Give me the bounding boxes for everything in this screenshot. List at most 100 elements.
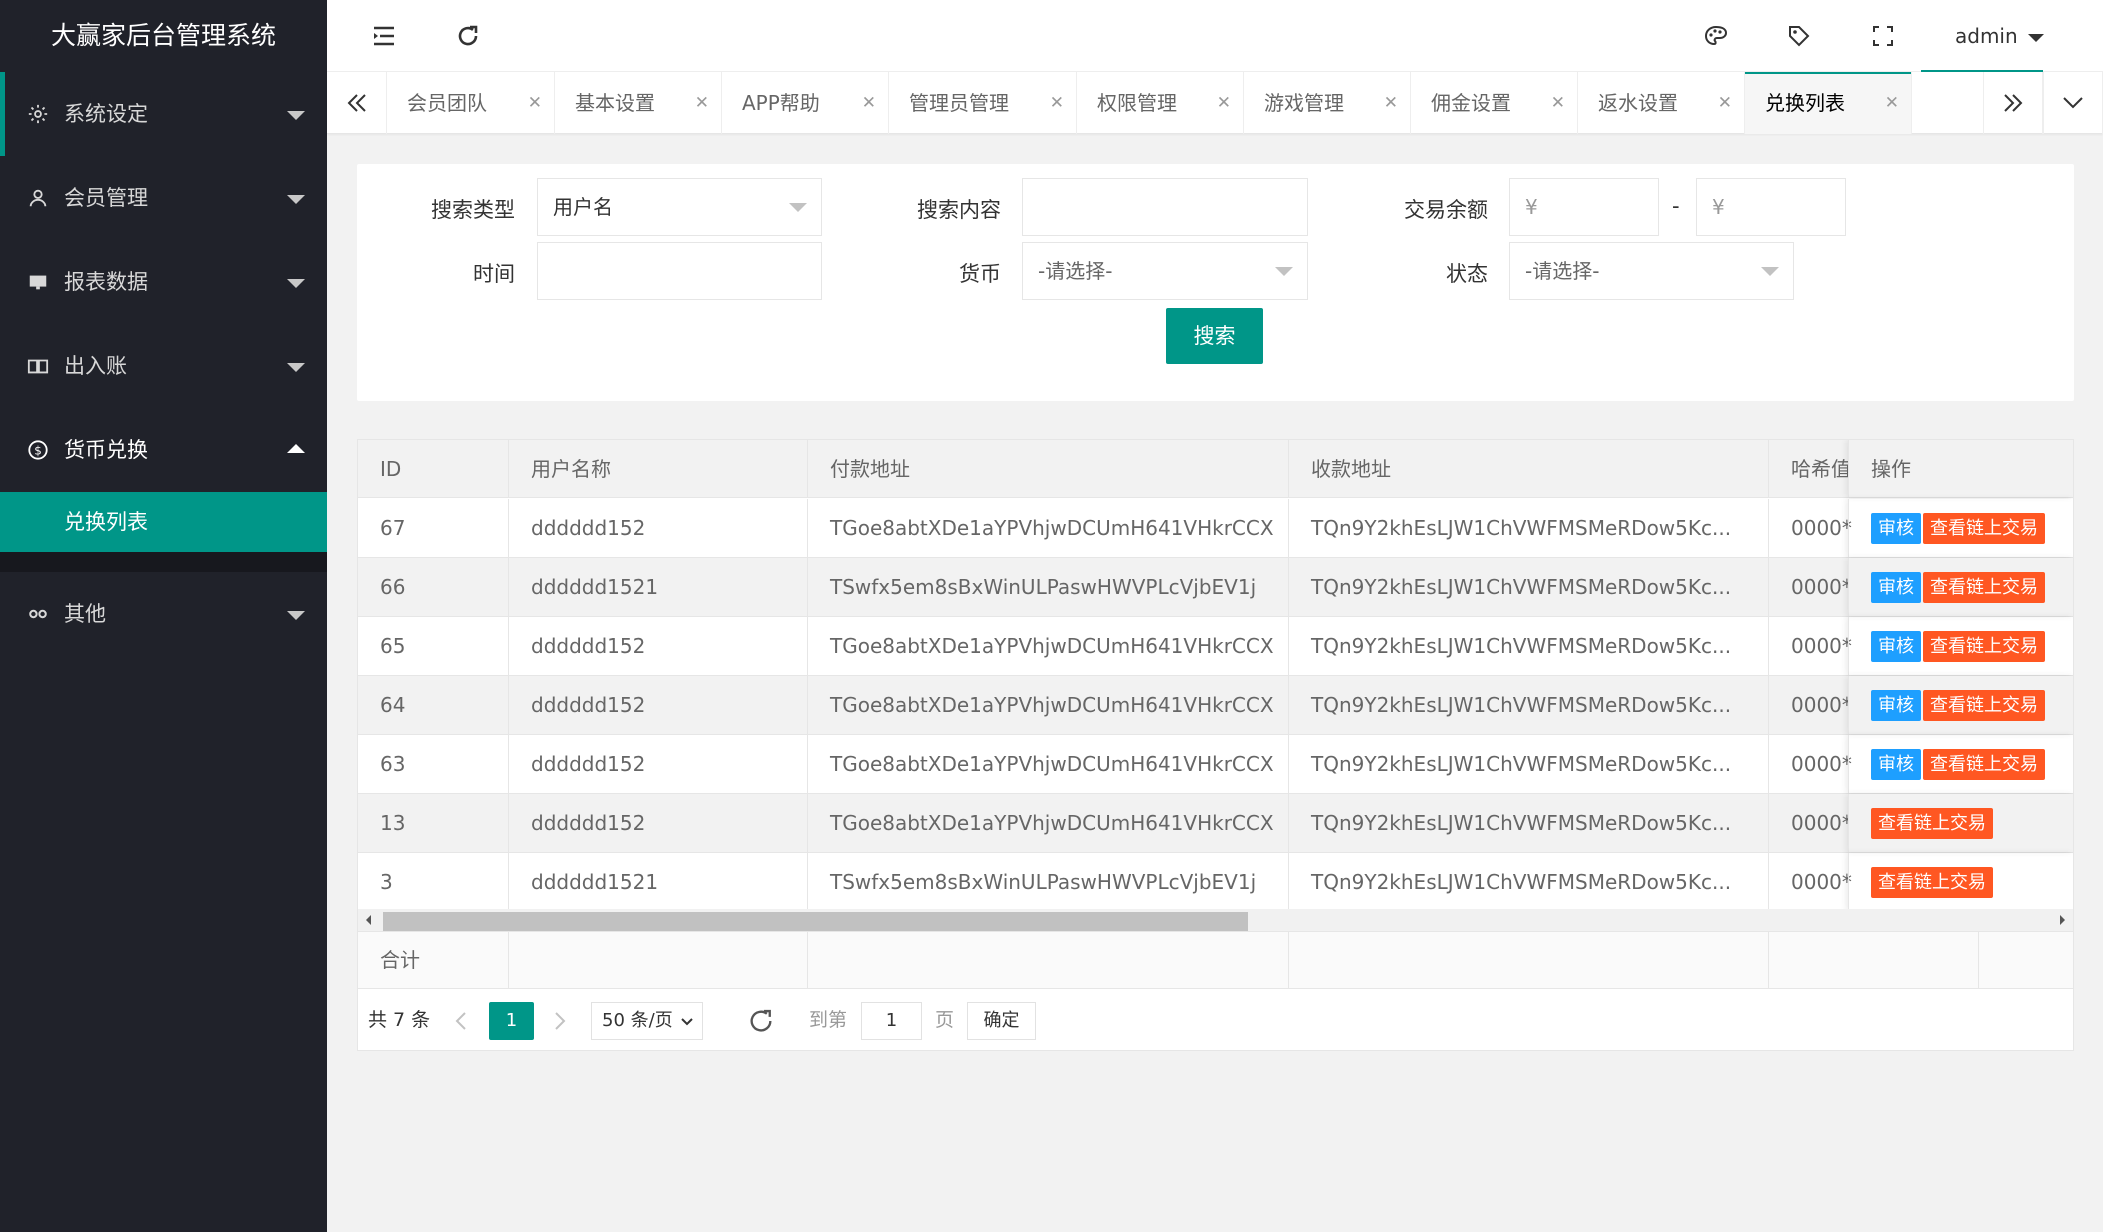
tabs-scroll-left-icon[interactable] bbox=[327, 72, 387, 134]
tab-label: 返水设置 bbox=[1598, 91, 1678, 115]
table-row: 63 dddddd152 TGoe8abtXDe1aYPVhjwDCUmH641VH… bbox=[358, 735, 2073, 794]
status-select[interactable]: -请选择- bbox=[1509, 242, 1794, 300]
column-header-pay-address[interactable]: 付款地址 bbox=[808, 440, 1289, 497]
view-chain-tx-button[interactable]: 查看链上交易 bbox=[1923, 749, 2045, 780]
chevron-up-icon bbox=[287, 444, 305, 453]
cell-actions: 查看链上交易 bbox=[1848, 794, 2073, 852]
close-icon[interactable]: ✕ bbox=[862, 72, 876, 134]
sidebar-item-system-settings[interactable]: 系统设定 bbox=[0, 72, 327, 156]
cell-pay-address: TGoe8abtXDe1aYPVhjwDCUmH641VHkrCCX bbox=[808, 735, 1289, 793]
audit-button[interactable]: 审核 bbox=[1871, 749, 1921, 780]
cell-actions: 审核 查看链上交易 bbox=[1848, 676, 2073, 734]
view-chain-tx-button[interactable]: 查看链上交易 bbox=[1923, 631, 2045, 662]
tab-rebate-settings[interactable]: 返水设置 ✕ bbox=[1578, 72, 1745, 134]
user-menu[interactable]: admin bbox=[1955, 0, 2044, 72]
column-header-actions: 操作 bbox=[1848, 440, 2073, 497]
range-dash: - bbox=[1672, 194, 1680, 218]
search-type-select[interactable]: 用户名 bbox=[537, 178, 822, 236]
view-chain-tx-button[interactable]: 查看链上交易 bbox=[1923, 513, 2045, 544]
close-icon[interactable]: ✕ bbox=[1551, 72, 1565, 134]
column-header-hash[interactable]: 哈希值 bbox=[1769, 440, 1859, 497]
balance-label: 交易余额 bbox=[1404, 198, 1488, 222]
audit-button[interactable]: 审核 bbox=[1871, 631, 1921, 662]
next-page-icon[interactable] bbox=[553, 990, 567, 1050]
tab-label: 佣金设置 bbox=[1431, 91, 1511, 115]
sidebar: 大赢家后台管理系统 系统设定 会员管理 报表数据 出入账 $ 货币兑换 兑换列表… bbox=[0, 0, 327, 1232]
total-label: 合计 bbox=[358, 932, 509, 988]
chevron-down-icon bbox=[287, 611, 305, 620]
cell-receive-address: TQn9Y2khEsLJW1ChVWFMSMeRDow5Kc... bbox=[1289, 794, 1769, 852]
tab-exchange-list[interactable]: 兑换列表 ✕ bbox=[1745, 72, 1912, 134]
table-row: 67 dddddd152 TGoe8abtXDe1aYPVhjwDCUmH641VH… bbox=[358, 499, 2073, 558]
sidebar-item-currency-exchange[interactable]: $ 货币兑换 bbox=[0, 408, 327, 492]
goto-confirm-button[interactable]: 确定 bbox=[967, 1002, 1036, 1040]
menu-fold-icon[interactable] bbox=[354, 0, 414, 72]
close-icon[interactable]: ✕ bbox=[1217, 72, 1231, 134]
tab-basic-settings[interactable]: 基本设置 ✕ bbox=[555, 72, 722, 134]
tab-label: 游戏管理 bbox=[1264, 91, 1344, 115]
balance-min-input[interactable]: ¥ bbox=[1509, 178, 1659, 236]
close-icon[interactable]: ✕ bbox=[1050, 72, 1064, 134]
tabs-dropdown-icon[interactable] bbox=[2043, 72, 2103, 134]
tab-admin-management[interactable]: 管理员管理 ✕ bbox=[889, 72, 1077, 134]
prev-page-icon[interactable] bbox=[454, 990, 468, 1050]
column-header-receive-address[interactable]: 收款地址 bbox=[1289, 440, 1769, 497]
close-icon[interactable]: ✕ bbox=[528, 72, 542, 134]
horizontal-scrollbar[interactable] bbox=[358, 909, 2073, 931]
scroll-left-arrow-icon[interactable] bbox=[366, 915, 371, 925]
search-content-label: 搜索内容 bbox=[917, 198, 1001, 222]
column-header-id[interactable]: ID bbox=[358, 440, 509, 497]
tab-permission-management[interactable]: 权限管理 ✕ bbox=[1077, 72, 1244, 134]
view-chain-tx-button[interactable]: 查看链上交易 bbox=[1871, 867, 1993, 898]
audit-button[interactable]: 审核 bbox=[1871, 690, 1921, 721]
cell-actions: 审核 查看链上交易 bbox=[1848, 735, 2073, 793]
sidebar-item-accounts[interactable]: 出入账 bbox=[0, 324, 327, 408]
current-page[interactable]: 1 bbox=[489, 1002, 534, 1040]
table-row: 64 dddddd152 TGoe8abtXDe1aYPVhjwDCUmH641VH… bbox=[358, 676, 2073, 735]
tabs-scroll-right-icon[interactable] bbox=[1983, 72, 2043, 134]
tag-icon[interactable] bbox=[1769, 0, 1829, 72]
sidebar-item-reports[interactable]: 报表数据 bbox=[0, 240, 327, 324]
close-icon[interactable]: ✕ bbox=[1885, 72, 1899, 134]
app-title: 大赢家后台管理系统 bbox=[50, 21, 276, 50]
sidebar-item-label: 会员管理 bbox=[64, 186, 148, 210]
refresh-icon[interactable] bbox=[438, 0, 498, 72]
cell-id: 13 bbox=[358, 794, 509, 852]
sidebar-subitem-exchange-list[interactable]: 兑换列表 bbox=[0, 492, 327, 552]
close-icon[interactable]: ✕ bbox=[1384, 72, 1398, 134]
currency-label: 货币 bbox=[959, 262, 1001, 286]
cell-actions: 审核 查看链上交易 bbox=[1848, 499, 2073, 557]
view-chain-tx-button[interactable]: 查看链上交易 bbox=[1871, 808, 1993, 839]
audit-button[interactable]: 审核 bbox=[1871, 572, 1921, 603]
time-input[interactable] bbox=[537, 242, 822, 300]
view-chain-tx-button[interactable]: 查看链上交易 bbox=[1923, 690, 2045, 721]
balance-max-input[interactable]: ¥ bbox=[1696, 178, 1846, 236]
sidebar-item-other[interactable]: 其他 bbox=[0, 572, 327, 656]
search-content-input[interactable] bbox=[1022, 178, 1308, 236]
page-size-select[interactable]: 50 条/页 bbox=[591, 1002, 703, 1040]
tab-label: APP帮助 bbox=[742, 91, 820, 115]
cell-hash: 0000* bbox=[1791, 634, 1852, 658]
page-size-value: 50 条/页 bbox=[602, 1010, 673, 1031]
close-icon[interactable]: ✕ bbox=[695, 72, 709, 134]
column-header-username[interactable]: 用户名称 bbox=[509, 440, 808, 497]
sidebar-item-members[interactable]: 会员管理 bbox=[0, 156, 327, 240]
tab-member-team[interactable]: 会员团队 ✕ bbox=[387, 72, 555, 134]
fullscreen-icon[interactable] bbox=[1853, 0, 1913, 72]
theme-palette-icon[interactable] bbox=[1686, 0, 1746, 72]
goto-page-input[interactable]: 1 bbox=[861, 1002, 922, 1040]
search-button[interactable]: 搜索 bbox=[1166, 308, 1263, 364]
audit-button[interactable]: 审核 bbox=[1871, 513, 1921, 544]
tab-game-management[interactable]: 游戏管理 ✕ bbox=[1244, 72, 1411, 134]
tab-app-help[interactable]: APP帮助 ✕ bbox=[722, 72, 889, 134]
tab-commission-settings[interactable]: 佣金设置 ✕ bbox=[1411, 72, 1578, 134]
scroll-right-arrow-icon[interactable] bbox=[2060, 915, 2065, 925]
scrollbar-thumb[interactable] bbox=[383, 912, 1248, 931]
chevron-down-icon bbox=[287, 195, 305, 204]
sidebar-item-label: 其他 bbox=[64, 602, 106, 626]
view-chain-tx-button[interactable]: 查看链上交易 bbox=[1923, 572, 2045, 603]
table-row: 66 dddddd1521 TSwfx5em8sBxWinULPaswHWVPLcV… bbox=[358, 558, 2073, 617]
close-icon[interactable]: ✕ bbox=[1718, 72, 1732, 134]
currency-select[interactable]: -请选择- bbox=[1022, 242, 1308, 300]
refresh-page-icon[interactable] bbox=[747, 990, 775, 1050]
